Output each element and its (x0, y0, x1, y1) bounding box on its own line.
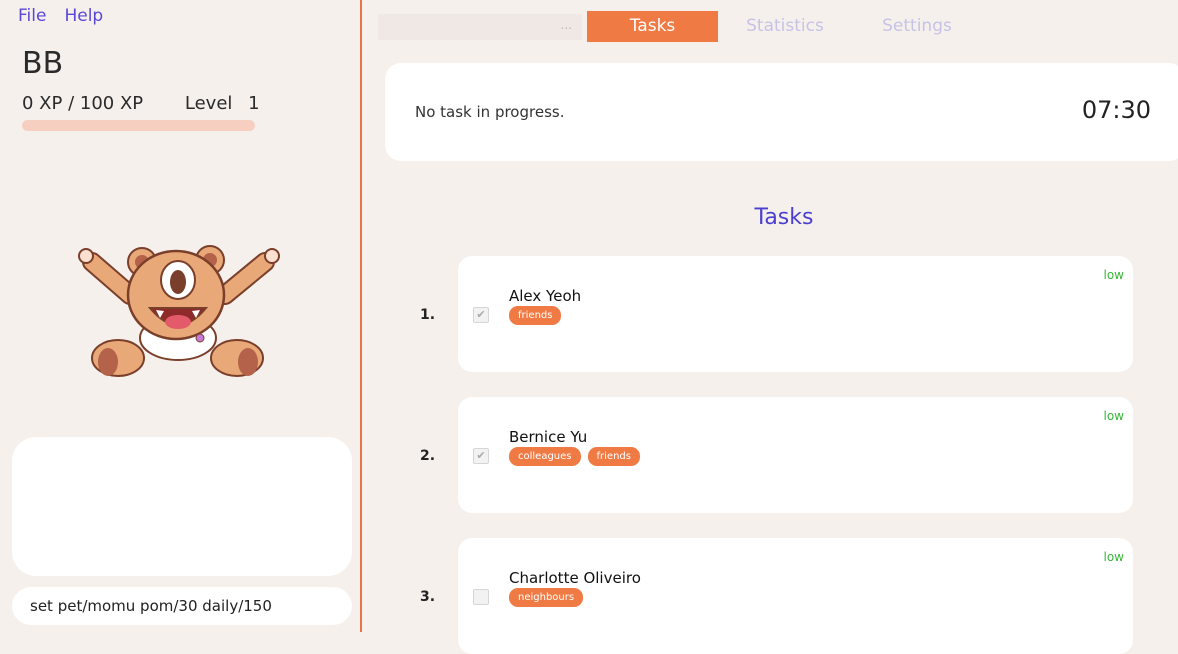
pet-image (78, 245, 280, 377)
tab-overflow[interactable]: ... (378, 14, 582, 40)
result-display (12, 437, 352, 576)
timer-card: No task in progress. 07:30 (385, 63, 1178, 161)
task-name: Charlotte Oliveiro (509, 569, 641, 587)
task-card[interactable]: ✔ Alex Yeoh friends low (458, 256, 1133, 372)
task-tags: friends (509, 306, 568, 325)
task-priority: low (1103, 409, 1125, 423)
pet-name: BB (22, 46, 64, 81)
level-label: Level (184, 93, 233, 114)
tag: neighbours (509, 588, 584, 607)
task-card[interactable]: ✔ Bernice Yu colleagues friends low (458, 397, 1133, 513)
tab-settings[interactable]: Settings (852, 11, 982, 42)
task-priority: low (1103, 268, 1125, 282)
right-panel: ... Tasks Statistics Settings No task in… (364, 0, 1178, 654)
timer-status: No task in progress. (415, 103, 565, 121)
task-name: Alex Yeoh (509, 287, 582, 305)
checkbox-icon[interactable] (473, 589, 489, 605)
xp-row: 0 XP / 100 XP Level 1 (22, 93, 260, 114)
checkbox-icon[interactable]: ✔ (473, 307, 489, 323)
left-panel: File Help BB 0 XP / 100 XP Level 1 (0, 0, 362, 632)
task-tags: colleagues friends (509, 447, 647, 466)
task-card[interactable]: Charlotte Oliveiro neighbours low (458, 538, 1133, 654)
task-name: Bernice Yu (509, 428, 588, 446)
command-box[interactable] (12, 587, 352, 625)
tag: friends (587, 447, 640, 466)
task-index: 2. (420, 448, 436, 464)
level-value: 1 (248, 93, 260, 114)
tab-bar: ... Tasks Statistics Settings (364, 11, 1178, 42)
task-index: 3. (420, 589, 436, 605)
tag: colleagues (509, 447, 581, 466)
task-tags: neighbours (509, 588, 590, 607)
menu-file[interactable]: File (18, 6, 46, 26)
tab-tasks[interactable]: Tasks (587, 11, 718, 42)
tab-overflow-label: ... (560, 18, 572, 32)
task-priority: low (1103, 550, 1125, 564)
xp-progress-bar (22, 120, 255, 131)
tag: friends (509, 306, 562, 325)
task-index: 1. (420, 307, 436, 323)
tab-statistics[interactable]: Statistics (720, 11, 850, 42)
command-input[interactable] (28, 596, 342, 616)
xp-text: 0 XP / 100 XP (22, 93, 144, 114)
menu-bar: File Help (18, 6, 121, 26)
task-list-title: Tasks (754, 205, 814, 230)
timer-time: 07:30 (1081, 96, 1151, 124)
menu-help[interactable]: Help (64, 6, 103, 26)
checkbox-icon[interactable]: ✔ (473, 448, 489, 464)
